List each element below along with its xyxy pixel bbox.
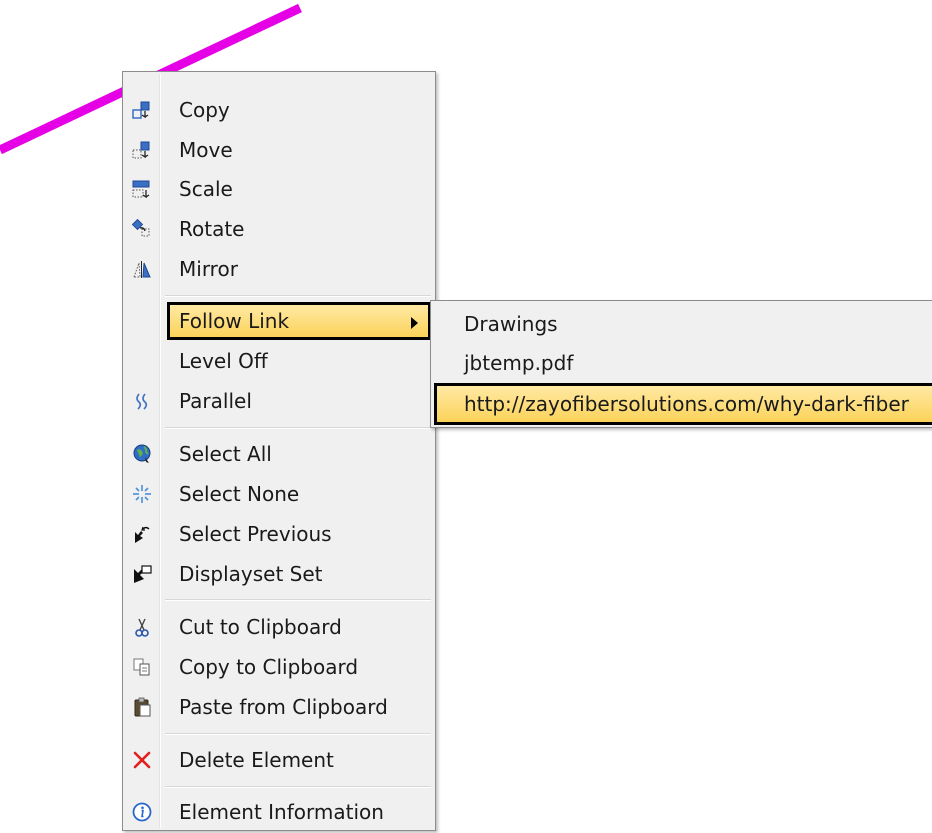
menu-item-label: Select None [179,482,300,506]
submenu-item-jbtemp-pdf[interactable]: jbtemp.pdf [434,345,932,381]
menu-item-label: Level Off [179,349,268,373]
menu-separator [165,295,431,297]
menu-item-copy[interactable]: Copy [125,92,433,128]
submenu-item-drawings[interactable]: Drawings [434,306,932,342]
menu-separator [165,599,431,601]
copy-clipboard-icon [129,654,155,680]
menu-item-label: Copy [179,98,230,122]
menu-item-label: Cut to Clipboard [179,615,342,639]
mirror-element-icon [129,256,155,282]
menu-item-label: Element Information [179,800,384,824]
menu-item-label: Parallel [179,389,252,413]
menu-item-follow-link[interactable]: Follow Link [167,302,431,340]
submenu-item-label: jbtemp.pdf [464,351,574,375]
menu-item-label: Copy to Clipboard [179,655,359,679]
menu-item-level-off[interactable]: Level Off [125,343,433,379]
menu-item-paste-from-clipboard[interactable]: Paste from Clipboard [125,689,433,725]
scissors-icon [129,614,155,640]
menu-item-label: Delete Element [179,748,334,772]
menu-item-label: Move [179,138,233,162]
info-icon [129,799,155,825]
scale-element-icon [129,176,155,202]
menu-item-label: Mirror [179,257,238,281]
clipboard-paste-icon [129,694,155,720]
menu-item-cut-to-clipboard[interactable]: Cut to Clipboard [125,609,433,645]
submenu-arrow-icon [411,317,418,329]
menu-item-label: Displayset Set [179,562,323,586]
menu-item-delete-element[interactable]: Delete Element [125,742,433,778]
menu-item-label: Select Previous [179,522,332,546]
submenu-item-label: http://zayofibersolutions.com/why-dark-f… [464,392,909,416]
menu-item-move[interactable]: Move [125,132,433,168]
sparkle-select-none-icon [129,481,155,507]
menu-separator [165,733,431,735]
move-element-icon [129,137,155,163]
submenu-item-label: Drawings [464,312,558,336]
menu-item-parallel[interactable]: Parallel [125,383,433,419]
menu-item-rotate[interactable]: Rotate [125,211,433,247]
follow-link-submenu: Drawings jbtemp.pdf http://zayofibersolu… [430,300,932,428]
menu-item-label: Paste from Clipboard [179,695,388,719]
menu-item-mirror[interactable]: Mirror [125,251,433,287]
menu-item-label: Rotate [179,217,245,241]
menu-item-copy-to-clipboard[interactable]: Copy to Clipboard [125,649,433,685]
menu-item-select-all[interactable]: Select All [125,436,433,472]
menu-item-label: Scale [179,177,233,201]
menu-item-select-previous[interactable]: Select Previous [125,516,433,552]
parallel-icon [129,388,155,414]
cad-view-canvas: Copy Move Scale Rotate Mirror Follow Lin… [0,0,932,833]
menu-item-label: Select All [179,442,272,466]
arrow-displayset-icon [129,561,155,587]
red-x-delete-icon [129,747,155,773]
arrow-select-previous-icon [129,521,155,547]
submenu-item-url-link[interactable]: http://zayofibersolutions.com/why-dark-f… [434,383,932,425]
menu-item-element-information[interactable]: Element Information [125,794,433,830]
context-menu: Copy Move Scale Rotate Mirror Follow Lin… [122,71,436,831]
menu-item-label: Follow Link [179,309,290,333]
menu-separator [165,427,431,429]
menu-item-scale[interactable]: Scale [125,171,433,207]
menu-item-displayset-set[interactable]: Displayset Set [125,556,433,592]
rotate-element-icon [129,216,155,242]
copy-element-icon [129,97,155,123]
menu-separator [165,786,431,788]
globe-select-all-icon [129,441,155,467]
menu-item-select-none[interactable]: Select None [125,476,433,512]
